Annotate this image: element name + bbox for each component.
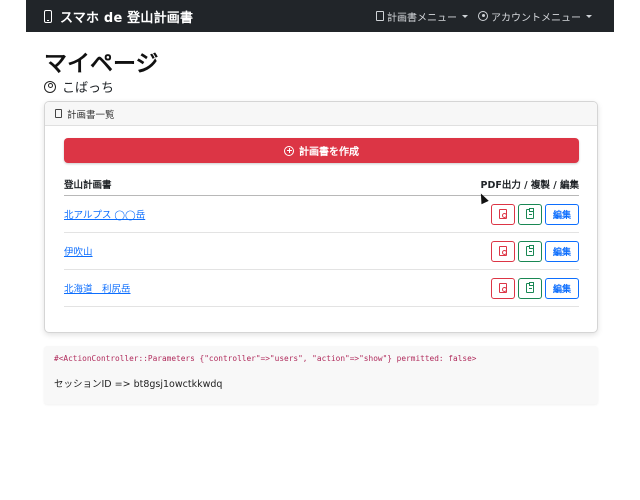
- column-header-name: 登山計画書: [64, 179, 112, 191]
- user-name: こばっち: [62, 81, 115, 96]
- create-plan-button[interactable]: 計画書を作成: [64, 138, 579, 163]
- file-pdf-icon: [499, 209, 507, 219]
- clipboard-icon: [526, 208, 534, 219]
- session-id-text: セッションID => bt8gsj1owctkkwdq: [54, 379, 223, 390]
- plan-link[interactable]: 伊吹山: [64, 244, 93, 258]
- edit-button[interactable]: 編集: [545, 203, 579, 225]
- edit-button[interactable]: 編集: [545, 277, 579, 299]
- phone-icon: [44, 9, 52, 23]
- debug-params-text: #<ActionController::Parameters {"control…: [54, 354, 477, 363]
- column-header-actions: PDF出力 / 複製 / 編集: [480, 179, 579, 191]
- plan-menu-label: 計画書メニュー: [387, 12, 457, 24]
- plan-menu-dropdown[interactable]: 計画書メニュー: [376, 9, 468, 24]
- pdf-export-button[interactable]: [491, 277, 515, 299]
- duplicate-button[interactable]: [518, 240, 542, 262]
- row-actions: 編集: [491, 203, 579, 225]
- table-row: 北アルプス ◯◯岳 編集: [64, 196, 579, 233]
- table-header: 登山計画書 PDF出力 / 複製 / 編集: [64, 172, 579, 196]
- plus-circle-icon: [284, 145, 294, 156]
- brand-title: スマホ de 登山計画書: [60, 10, 194, 26]
- duplicate-button[interactable]: [518, 277, 542, 299]
- file-pdf-icon: [499, 283, 507, 293]
- duplicate-button[interactable]: [518, 203, 542, 225]
- row-actions: 編集: [491, 277, 579, 299]
- plan-link[interactable]: 北アルプス ◯◯岳: [64, 207, 145, 221]
- user-circle-icon: [478, 11, 488, 21]
- page-title: マイページ: [44, 51, 159, 77]
- plan-list-card: 計画書一覧 計画書を作成 登山計画書 PDF出力 / 複製 / 編集 北アルプス…: [44, 101, 598, 333]
- card-header-title: 計画書一覧: [67, 109, 115, 121]
- brand-link[interactable]: スマホ de 登山計画書: [44, 7, 193, 26]
- caret-down-icon: [462, 14, 468, 18]
- file-pdf-icon: [499, 246, 507, 256]
- plan-table: 登山計画書 PDF出力 / 複製 / 編集 北アルプス ◯◯岳 編集 伊吹山 編…: [64, 172, 579, 307]
- caret-down-icon: [586, 14, 592, 18]
- table-row: 北海道 利尻岳 編集: [64, 270, 579, 307]
- clipboard-icon: [526, 245, 534, 256]
- row-actions: 編集: [491, 240, 579, 262]
- create-plan-label: 計画書を作成: [299, 147, 359, 158]
- user-circle-icon: [44, 80, 56, 93]
- top-navbar: スマホ de 登山計画書 計画書メニュー アカウントメニュー: [26, 0, 614, 32]
- plan-link[interactable]: 北海道 利尻岳: [64, 281, 131, 295]
- account-menu-dropdown[interactable]: アカウントメニュー: [478, 9, 592, 24]
- table-row: 伊吹山 編集: [64, 233, 579, 270]
- edit-button[interactable]: 編集: [545, 240, 579, 262]
- clipboard-icon: [526, 282, 534, 293]
- debug-info-box: #<ActionController::Parameters {"control…: [44, 346, 598, 404]
- card-header: 計画書一覧: [45, 102, 597, 126]
- account-menu-label: アカウントメニュー: [491, 12, 581, 24]
- user-name-line: こばっち: [44, 77, 114, 96]
- document-icon: [55, 109, 62, 118]
- nav-menus: 計画書メニュー アカウントメニュー: [376, 9, 592, 24]
- document-icon: [376, 11, 384, 21]
- pdf-export-button[interactable]: [491, 203, 515, 225]
- pdf-export-button[interactable]: [491, 240, 515, 262]
